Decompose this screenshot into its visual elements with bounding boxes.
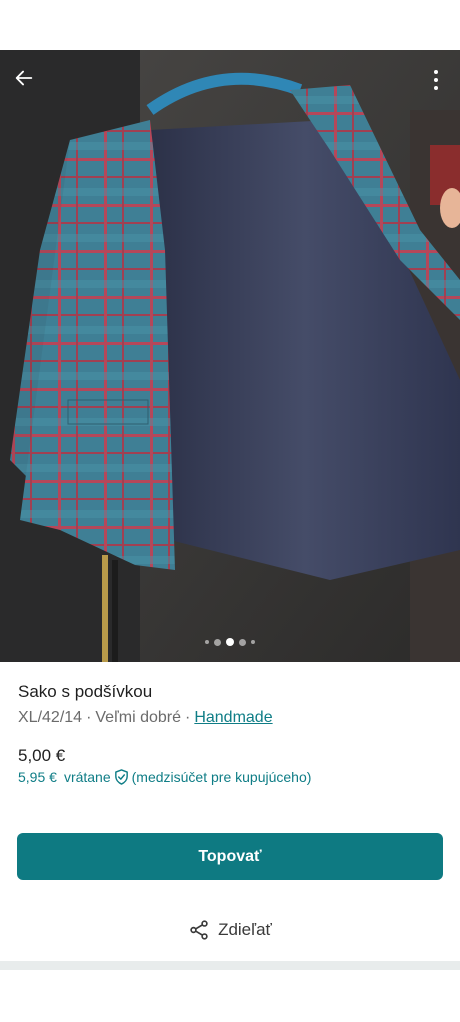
listing-info: Sako s podšívkou XL/42/14 · Veľmi dobré · Ha… bbox=[18, 680, 442, 730]
share-button[interactable]: Zdieľať bbox=[0, 910, 460, 950]
pagination-dot[interactable] bbox=[214, 638, 221, 646]
pagination-dot[interactable] bbox=[205, 640, 209, 644]
listing-title: Sako s podšívkou bbox=[18, 682, 153, 701]
jacket-photo-illustration bbox=[0, 50, 460, 662]
share-icon bbox=[190, 920, 208, 940]
status-area bbox=[0, 0, 460, 50]
protection-label: (medzisúčet pre kupujúceho) bbox=[131, 769, 312, 785]
shield-check-icon bbox=[113, 768, 130, 786]
item-price: 5,00 € bbox=[18, 746, 66, 765]
separator: · bbox=[185, 709, 191, 726]
photo-pagination bbox=[0, 636, 460, 648]
buyer-price-value: 5,95 € bbox=[18, 769, 57, 785]
buyer-protection-price[interactable]: 5,95 € vrátane (medzisúčet pre kupujúceh… bbox=[18, 766, 311, 788]
arrow-left-icon bbox=[15, 70, 33, 86]
more-options-button[interactable] bbox=[424, 64, 448, 96]
brand-link[interactable]: Handmade bbox=[194, 709, 272, 726]
back-button[interactable] bbox=[8, 62, 40, 94]
listing-meta: XL/42/14 · Veľmi dobré · Handmade bbox=[18, 706, 442, 730]
pagination-dot[interactable] bbox=[239, 638, 246, 646]
pagination-dot-active[interactable] bbox=[226, 638, 234, 646]
section-divider bbox=[0, 961, 460, 970]
share-label: Zdieľať bbox=[218, 920, 272, 939]
separator: · bbox=[86, 709, 92, 726]
pagination-dot[interactable] bbox=[251, 640, 255, 644]
condition-label: Veľmi dobré bbox=[95, 709, 181, 726]
more-vertical-icon bbox=[434, 70, 438, 90]
size-label: XL/42/14 bbox=[18, 709, 83, 726]
bump-button[interactable]: Topovať bbox=[17, 833, 443, 880]
product-photo[interactable] bbox=[0, 50, 460, 662]
included-label: vrátane bbox=[63, 769, 111, 785]
